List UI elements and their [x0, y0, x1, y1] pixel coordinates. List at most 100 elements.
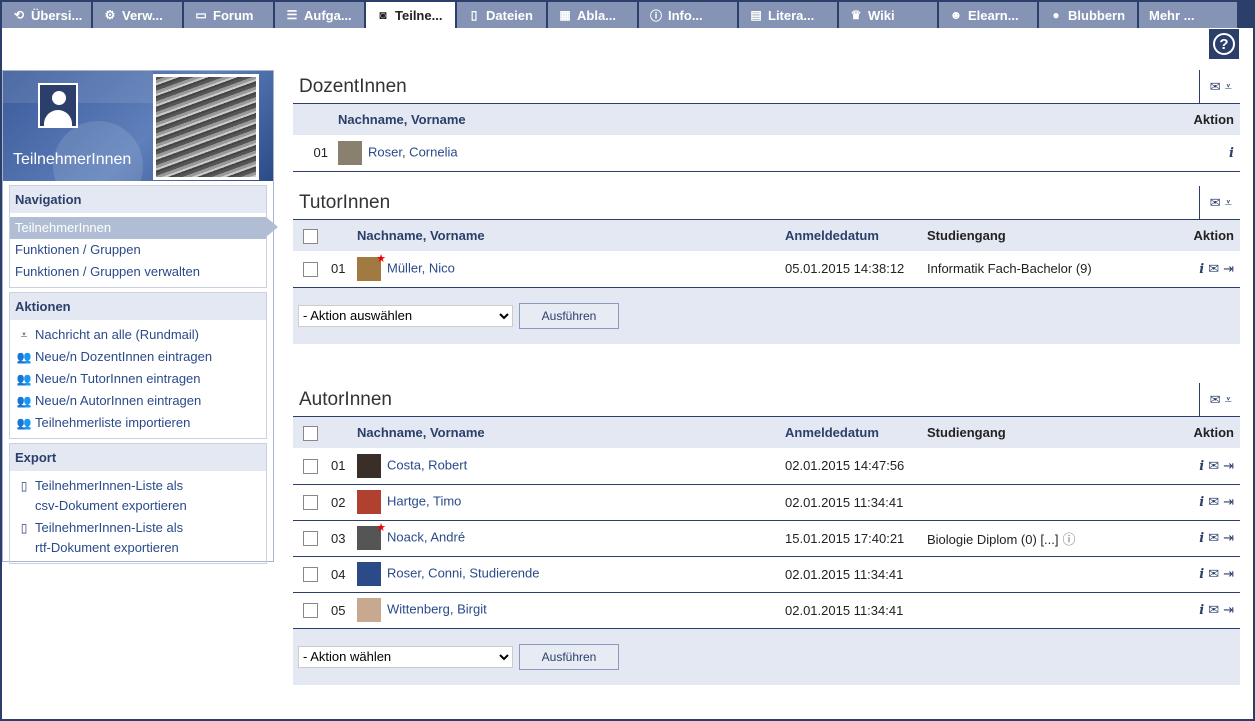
select-cell: [293, 448, 331, 485]
member-name-link[interactable]: Roser, Conni, Studierende: [387, 565, 539, 580]
col-name[interactable]: Nachname, Vorname: [357, 417, 785, 448]
action-item[interactable]: 👥 Neue/n TutorInnen eintragen: [10, 368, 266, 390]
export-list: ▯ TeilnehmerInnen-Liste als csv-Dokument e…: [10, 471, 266, 563]
member-name-link[interactable]: Wittenberg, Birgit: [387, 601, 487, 616]
info-icon[interactable]: i: [1199, 262, 1204, 277]
mail-all-icon: ⩡: [20, 328, 28, 342]
mail-all-icon[interactable]: ⩡: [1225, 79, 1232, 95]
row-checkbox[interactable]: [303, 531, 318, 547]
info-icon[interactable]: i: [1199, 567, 1204, 582]
select-all-checkbox[interactable]: [303, 228, 318, 244]
study-cell: [927, 484, 1166, 521]
mail-group-icon[interactable]: ✉: [1210, 392, 1221, 408]
tab-11[interactable]: ● Blubbern: [1039, 2, 1137, 28]
avatar[interactable]: [357, 490, 381, 514]
avatar[interactable]: ★: [357, 253, 386, 281]
member-name-link[interactable]: Costa, Robert: [387, 457, 467, 472]
tab-12[interactable]: Mehr ...: [1139, 2, 1237, 28]
action-cell: i ✉ ⇥: [1165, 448, 1240, 485]
action-cell: i ✉ ⇥: [1171, 251, 1240, 288]
action-cell: i ✉ ⇥: [1165, 484, 1240, 521]
star-icon: ★: [376, 252, 386, 265]
tab-10[interactable]: ☻ Elearn...: [939, 2, 1037, 28]
action-item[interactable]: 👥 Teilnehmerliste importieren: [10, 412, 266, 434]
more-info-icon[interactable]: ⓘ: [1063, 532, 1076, 547]
name-cell: Roser, Conni, Studierende: [357, 556, 785, 593]
mail-icon[interactable]: ✉: [1208, 530, 1219, 545]
nav-item[interactable]: TeilnehmerInnen: [10, 217, 278, 239]
autoren-execute-button[interactable]: Ausführen: [519, 643, 619, 670]
avatar[interactable]: ★: [357, 522, 386, 550]
tab-0[interactable]: ⟲ Übersi...: [2, 2, 91, 28]
tab-6[interactable]: ▦ Abla...: [548, 2, 637, 28]
row-number: 03: [331, 520, 357, 557]
mail-all-icon[interactable]: ⩡: [1225, 392, 1232, 408]
export-item[interactable]: ▯ TeilnehmerInnen-Liste als rtf-Dokument e…: [10, 517, 266, 559]
export-label: TeilnehmerInnen-Liste als csv-Dokument ex…: [35, 476, 187, 516]
export-item[interactable]: ▯ TeilnehmerInnen-Liste als csv-Dokument e…: [10, 475, 266, 517]
row-checkbox[interactable]: [303, 603, 318, 619]
action-item[interactable]: 👥 Neue/n AutorInnen eintragen: [10, 390, 266, 412]
autoren-action-select[interactable]: - Aktion wählen: [298, 645, 513, 668]
tab-1[interactable]: ⚙ Verw...: [93, 2, 182, 28]
date-cell: 15.01.2015 17:40:21: [785, 520, 927, 557]
export-label-line2: rtf-Dokument exportieren: [35, 540, 179, 555]
nav-item[interactable]: Funktionen / Gruppen: [10, 239, 266, 261]
action-item[interactable]: 👥 Neue/n DozentInnen eintragen: [10, 346, 266, 368]
member-name-link[interactable]: Noack, André: [387, 529, 465, 544]
select-all-checkbox[interactable]: [303, 425, 318, 441]
action-item[interactable]: ⩡ Nachricht an alle (Rundmail): [10, 324, 266, 346]
remove-user-icon[interactable]: ⇥: [1223, 566, 1234, 581]
nav-item[interactable]: Funktionen / Gruppen verwalten: [10, 261, 266, 283]
blubbern-icon: ●: [1052, 8, 1060, 22]
col-name[interactable]: Nachname, Vorname: [357, 220, 785, 251]
member-name-link[interactable]: Hartge, Timo: [387, 493, 461, 508]
files-icon: ▯: [470, 8, 478, 22]
tab-7[interactable]: ⓘ Info...: [639, 2, 737, 28]
col-date[interactable]: Anmeldedatum: [785, 417, 927, 448]
row-checkbox[interactable]: [303, 495, 318, 511]
avatar[interactable]: [357, 453, 381, 478]
mail-icon[interactable]: ✉: [1208, 602, 1219, 617]
tutoren-execute-button[interactable]: Ausführen: [519, 302, 619, 329]
tab-9[interactable]: ♛ Wiki: [839, 2, 937, 28]
tutoren-action-select[interactable]: - Aktion auswählen: [298, 304, 513, 327]
mail-icon[interactable]: ✉: [1208, 261, 1219, 276]
remove-user-icon[interactable]: ⇥: [1223, 494, 1234, 509]
remove-user-icon[interactable]: ⇥: [1223, 458, 1234, 473]
mail-icon[interactable]: ✉: [1208, 566, 1219, 581]
study-cell: [927, 556, 1166, 593]
help-button[interactable]: ?: [1209, 29, 1239, 59]
avatar[interactable]: [357, 598, 381, 622]
tab-8[interactable]: ▤ Litera...: [739, 2, 837, 28]
row-checkbox[interactable]: [303, 458, 318, 474]
mail-group-icon[interactable]: ✉: [1210, 79, 1221, 95]
remove-user-icon[interactable]: ⇥: [1223, 602, 1234, 617]
info-icon[interactable]: i: [1199, 603, 1204, 618]
avatar[interactable]: [357, 562, 381, 586]
info-icon[interactable]: i: [1199, 531, 1204, 546]
row-checkbox[interactable]: [303, 261, 318, 277]
info-icon[interactable]: i: [1199, 459, 1204, 474]
mail-icon[interactable]: ✉: [1208, 458, 1219, 473]
study-text: Informatik Fach-Bachelor (9): [927, 261, 1092, 277]
remove-user-icon[interactable]: ⇥: [1223, 261, 1234, 276]
member-name-link[interactable]: Roser, Cornelia: [368, 144, 458, 159]
tab-label: Aufga...: [304, 7, 352, 23]
col-date[interactable]: Anmeldedatum: [785, 220, 927, 251]
info-icon[interactable]: i: [1229, 146, 1234, 161]
row-checkbox[interactable]: [303, 567, 318, 583]
tab-3[interactable]: ☰ Aufga...: [275, 2, 364, 28]
col-name[interactable]: Nachname, Vorname: [338, 104, 1000, 135]
avatar[interactable]: [338, 140, 362, 165]
mail-icon[interactable]: ✉: [1208, 494, 1219, 509]
tab-5[interactable]: ▯ Dateien: [457, 2, 546, 28]
info-icon[interactable]: i: [1199, 495, 1204, 510]
tab-2[interactable]: ▭ Forum: [184, 2, 273, 28]
tab-4[interactable]: ◙ Teilne...: [366, 2, 455, 28]
mail-all-icon[interactable]: ⩡: [1225, 195, 1232, 211]
row-number: 04: [331, 556, 357, 593]
remove-user-icon[interactable]: ⇥: [1223, 530, 1234, 545]
member-name-link[interactable]: Müller, Nico: [387, 260, 455, 275]
mail-group-icon[interactable]: ✉: [1210, 195, 1221, 211]
